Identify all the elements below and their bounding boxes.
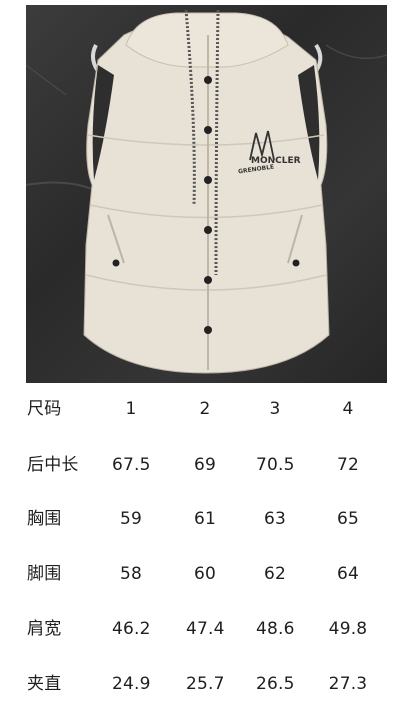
down-vest-illustration — [26, 9, 387, 374]
table-cell: 49.8 — [328, 619, 368, 639]
table-cell: 62 — [263, 564, 287, 584]
brand-logo-text: MONCLER — [251, 156, 301, 166]
product-photo: MONCLER GRENOBLE — [26, 5, 387, 383]
table-cell: 63 — [263, 509, 287, 529]
table-row: 夹直 24.9 25.7 26.5 27.3 — [0, 664, 413, 704]
size-1-header: 1 — [125, 399, 137, 419]
table-row: 胸围 59 61 63 65 — [0, 499, 413, 539]
table-cell: 26.5 — [256, 674, 295, 694]
row-label: 肩宽 — [27, 619, 62, 639]
table-cell: 70.5 — [256, 455, 295, 475]
table-cell: 61 — [193, 509, 217, 529]
table-row: 脚围 58 60 62 64 — [0, 554, 413, 594]
table-cell: 67.5 — [112, 455, 151, 475]
size-chart-header-row: 尺码 1 2 3 4 — [0, 389, 413, 429]
table-cell: 69 — [193, 455, 217, 475]
size-2-header: 2 — [199, 399, 211, 419]
table-cell: 24.9 — [112, 674, 151, 694]
table-cell: 25.7 — [186, 674, 225, 694]
table-cell: 72 — [336, 455, 360, 475]
table-cell: 46.2 — [112, 619, 151, 639]
size-4-header: 4 — [342, 399, 354, 419]
table-row: 后中长 67.5 69 70.5 72 — [0, 445, 413, 485]
table-cell: 58 — [119, 564, 143, 584]
table-cell: 64 — [336, 564, 360, 584]
row-label: 后中长 — [27, 455, 79, 475]
table-cell: 59 — [119, 509, 143, 529]
row-label: 夹直 — [27, 674, 62, 694]
header-label: 尺码 — [27, 399, 62, 419]
row-label: 脚围 — [27, 564, 62, 584]
size-3-header: 3 — [269, 399, 281, 419]
table-row: 肩宽 46.2 47.4 48.6 49.8 — [0, 609, 413, 649]
table-cell: 48.6 — [256, 619, 295, 639]
table-cell: 60 — [193, 564, 217, 584]
table-cell: 27.3 — [328, 674, 368, 694]
table-cell: 47.4 — [186, 619, 225, 639]
table-cell: 65 — [336, 509, 360, 529]
row-label: 胸围 — [27, 509, 62, 529]
